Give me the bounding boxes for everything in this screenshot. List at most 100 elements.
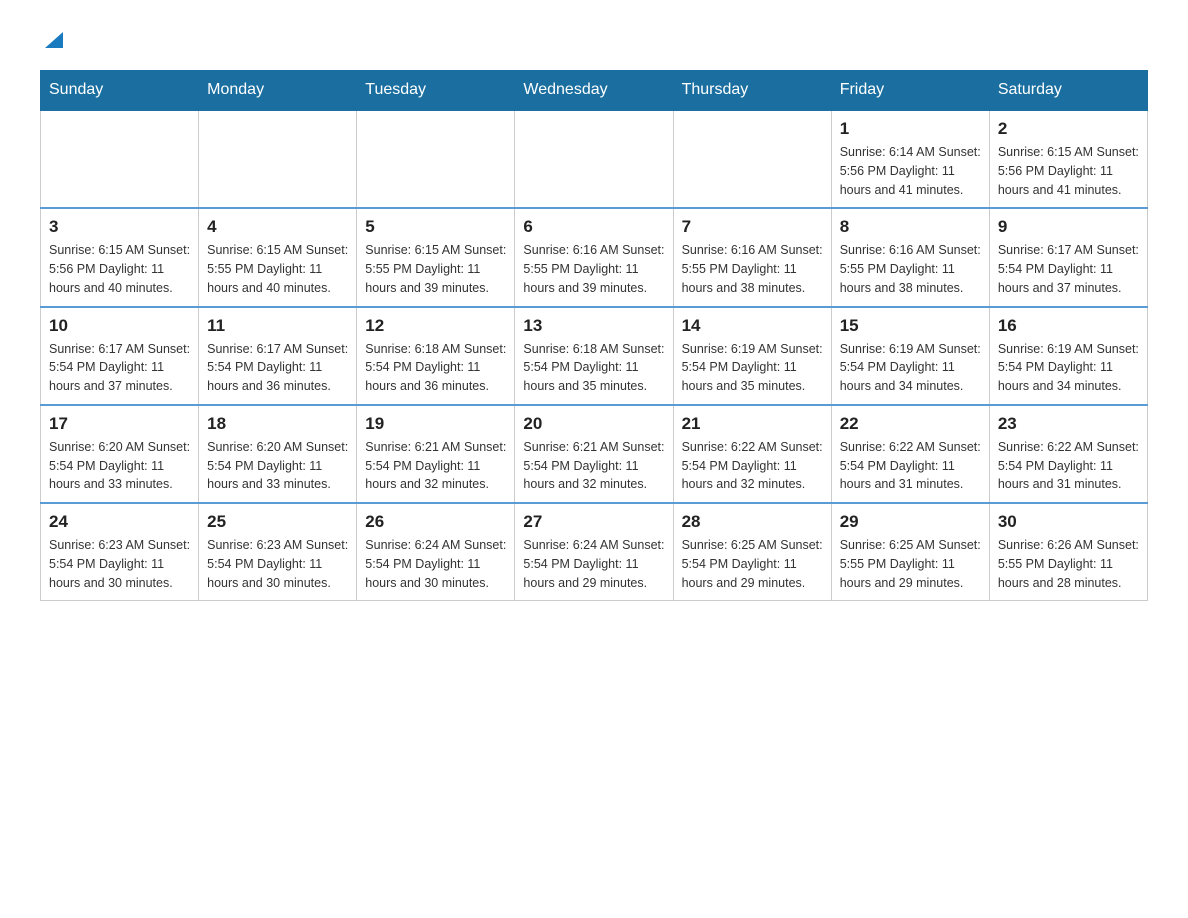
calendar-cell: 28Sunrise: 6:25 AM Sunset: 5:54 PM Dayli… (673, 503, 831, 601)
day-number: 6 (523, 217, 664, 237)
header-tuesday: Tuesday (357, 71, 515, 111)
day-info: Sunrise: 6:20 AM Sunset: 5:54 PM Dayligh… (207, 438, 348, 494)
calendar-cell: 6 Sunrise: 6:16 AM Sunset: 5:55 PM Daylig… (515, 208, 673, 306)
day-number: 26 (365, 512, 506, 532)
day-info: Sunrise: 6:15 AM Sunset: 5:55 PM Dayligh… (207, 241, 348, 297)
day-number: 11 (207, 316, 348, 336)
day-number: 9 (998, 217, 1139, 237)
calendar-week-4: 17 Sunrise: 6:20 AM Sunset: 5:54 PM Dayli… (41, 405, 1148, 503)
day-number: 12 (365, 316, 506, 336)
day-info: Sunrise: 6:14 AM Sunset: 5:56 PM Dayligh… (840, 143, 981, 199)
header-thursday: Thursday (673, 71, 831, 111)
day-info: Sunrise: 6:24 AM Sunset: 5:54 PM Dayligh… (365, 536, 506, 592)
calendar-cell: 14 Sunrise: 6:19 AM Sunset: 5:54 PM Dayli… (673, 307, 831, 405)
calendar-cell: 1 Sunrise: 6:14 AM Sunset: 5:56 PM Daylig… (831, 110, 989, 208)
calendar-cell: 21 Sunrise: 6:22 AM Sunset: 5:54 PM Dayli… (673, 405, 831, 503)
day-info: Sunrise: 6:17 AM Sunset: 5:54 PM Dayligh… (207, 340, 348, 396)
day-number: 1 (840, 119, 981, 139)
calendar-cell: 20 Sunrise: 6:21 AM Sunset: 5:54 PM Dayli… (515, 405, 673, 503)
calendar-cell (515, 110, 673, 208)
day-info: Sunrise: 6:22 AM Sunset: 5:54 PM Dayligh… (998, 438, 1139, 494)
header-sunday: Sunday (41, 71, 199, 111)
day-info: Sunrise: 6:16 AM Sunset: 5:55 PM Dayligh… (523, 241, 664, 297)
calendar-cell: 27 Sunrise: 6:24 AM Sunset: 5:54 PM Dayli… (515, 503, 673, 601)
day-number: 15 (840, 316, 981, 336)
calendar-week-3: 10Sunrise: 6:17 AM Sunset: 5:54 PM Dayli… (41, 307, 1148, 405)
calendar-cell: 4 Sunrise: 6:15 AM Sunset: 5:55 PM Daylig… (199, 208, 357, 306)
day-number: 2 (998, 119, 1139, 139)
calendar-cell: 2 Sunrise: 6:15 AM Sunset: 5:56 PM Daylig… (989, 110, 1147, 208)
header-friday: Friday (831, 71, 989, 111)
day-info: Sunrise: 6:22 AM Sunset: 5:54 PM Dayligh… (682, 438, 823, 494)
day-number: 29 (840, 512, 981, 532)
calendar-cell: 16 Sunrise: 6:19 AM Sunset: 5:54 PM Dayli… (989, 307, 1147, 405)
calendar-cell (41, 110, 199, 208)
day-info: Sunrise: 6:25 AM Sunset: 5:54 PM Dayligh… (682, 536, 823, 592)
day-info: Sunrise: 6:21 AM Sunset: 5:54 PM Dayligh… (523, 438, 664, 494)
day-number: 13 (523, 316, 664, 336)
day-info: Sunrise: 6:17 AM Sunset: 5:54 PM Dayligh… (49, 340, 190, 396)
calendar-cell: 23 Sunrise: 6:22 AM Sunset: 5:54 PM Dayli… (989, 405, 1147, 503)
calendar-table: SundayMondayTuesdayWednesdayThursdayFrid… (40, 70, 1148, 601)
logo-triangle-icon (43, 28, 65, 50)
calendar-week-2: 3 Sunrise: 6:15 AM Sunset: 5:56 PM Daylig… (41, 208, 1148, 306)
day-info: Sunrise: 6:18 AM Sunset: 5:54 PM Dayligh… (365, 340, 506, 396)
day-info: Sunrise: 6:20 AM Sunset: 5:54 PM Dayligh… (49, 438, 190, 494)
calendar-cell: 12 Sunrise: 6:18 AM Sunset: 5:54 PM Dayli… (357, 307, 515, 405)
day-number: 23 (998, 414, 1139, 434)
day-number: 21 (682, 414, 823, 434)
calendar-cell (199, 110, 357, 208)
day-number: 17 (49, 414, 190, 434)
day-info: Sunrise: 6:22 AM Sunset: 5:54 PM Dayligh… (840, 438, 981, 494)
calendar-cell (357, 110, 515, 208)
calendar-header-row: SundayMondayTuesdayWednesdayThursdayFrid… (41, 71, 1148, 111)
day-info: Sunrise: 6:16 AM Sunset: 5:55 PM Dayligh… (840, 241, 981, 297)
calendar-cell: 19 Sunrise: 6:21 AM Sunset: 5:54 PM Dayli… (357, 405, 515, 503)
day-info: Sunrise: 6:23 AM Sunset: 5:54 PM Dayligh… (207, 536, 348, 592)
day-info: Sunrise: 6:19 AM Sunset: 5:54 PM Dayligh… (682, 340, 823, 396)
day-number: 16 (998, 316, 1139, 336)
day-info: Sunrise: 6:15 AM Sunset: 5:56 PM Dayligh… (49, 241, 190, 297)
page-header (40, 30, 1148, 50)
header-monday: Monday (199, 71, 357, 111)
calendar-cell: 24Sunrise: 6:23 AM Sunset: 5:54 PM Dayli… (41, 503, 199, 601)
day-number: 8 (840, 217, 981, 237)
day-info: Sunrise: 6:19 AM Sunset: 5:54 PM Dayligh… (998, 340, 1139, 396)
calendar-cell: 13Sunrise: 6:18 AM Sunset: 5:54 PM Dayli… (515, 307, 673, 405)
day-number: 27 (523, 512, 664, 532)
day-info: Sunrise: 6:15 AM Sunset: 5:56 PM Dayligh… (998, 143, 1139, 199)
calendar-cell: 11 Sunrise: 6:17 AM Sunset: 5:54 PM Dayli… (199, 307, 357, 405)
day-number: 20 (523, 414, 664, 434)
day-number: 19 (365, 414, 506, 434)
day-number: 25 (207, 512, 348, 532)
day-info: Sunrise: 6:16 AM Sunset: 5:55 PM Dayligh… (682, 241, 823, 297)
header-wednesday: Wednesday (515, 71, 673, 111)
calendar-week-1: 1 Sunrise: 6:14 AM Sunset: 5:56 PM Daylig… (41, 110, 1148, 208)
header-saturday: Saturday (989, 71, 1147, 111)
day-info: Sunrise: 6:26 AM Sunset: 5:55 PM Dayligh… (998, 536, 1139, 592)
calendar-week-5: 24Sunrise: 6:23 AM Sunset: 5:54 PM Dayli… (41, 503, 1148, 601)
day-number: 3 (49, 217, 190, 237)
calendar-cell: 25 Sunrise: 6:23 AM Sunset: 5:54 PM Dayli… (199, 503, 357, 601)
day-number: 4 (207, 217, 348, 237)
calendar-cell: 9 Sunrise: 6:17 AM Sunset: 5:54 PM Daylig… (989, 208, 1147, 306)
calendar-cell: 3 Sunrise: 6:15 AM Sunset: 5:56 PM Daylig… (41, 208, 199, 306)
calendar-cell: 30Sunrise: 6:26 AM Sunset: 5:55 PM Dayli… (989, 503, 1147, 601)
day-info: Sunrise: 6:24 AM Sunset: 5:54 PM Dayligh… (523, 536, 664, 592)
day-info: Sunrise: 6:23 AM Sunset: 5:54 PM Dayligh… (49, 536, 190, 592)
day-info: Sunrise: 6:21 AM Sunset: 5:54 PM Dayligh… (365, 438, 506, 494)
day-number: 22 (840, 414, 981, 434)
day-info: Sunrise: 6:17 AM Sunset: 5:54 PM Dayligh… (998, 241, 1139, 297)
calendar-cell (673, 110, 831, 208)
calendar-cell: 8 Sunrise: 6:16 AM Sunset: 5:55 PM Daylig… (831, 208, 989, 306)
day-number: 7 (682, 217, 823, 237)
calendar-cell: 15Sunrise: 6:19 AM Sunset: 5:54 PM Dayli… (831, 307, 989, 405)
day-info: Sunrise: 6:25 AM Sunset: 5:55 PM Dayligh… (840, 536, 981, 592)
calendar-cell: 26 Sunrise: 6:24 AM Sunset: 5:54 PM Dayli… (357, 503, 515, 601)
day-info: Sunrise: 6:15 AM Sunset: 5:55 PM Dayligh… (365, 241, 506, 297)
day-number: 14 (682, 316, 823, 336)
calendar-cell: 7 Sunrise: 6:16 AM Sunset: 5:55 PM Daylig… (673, 208, 831, 306)
logo (40, 30, 65, 50)
day-number: 18 (207, 414, 348, 434)
calendar-cell: 29 Sunrise: 6:25 AM Sunset: 5:55 PM Dayli… (831, 503, 989, 601)
